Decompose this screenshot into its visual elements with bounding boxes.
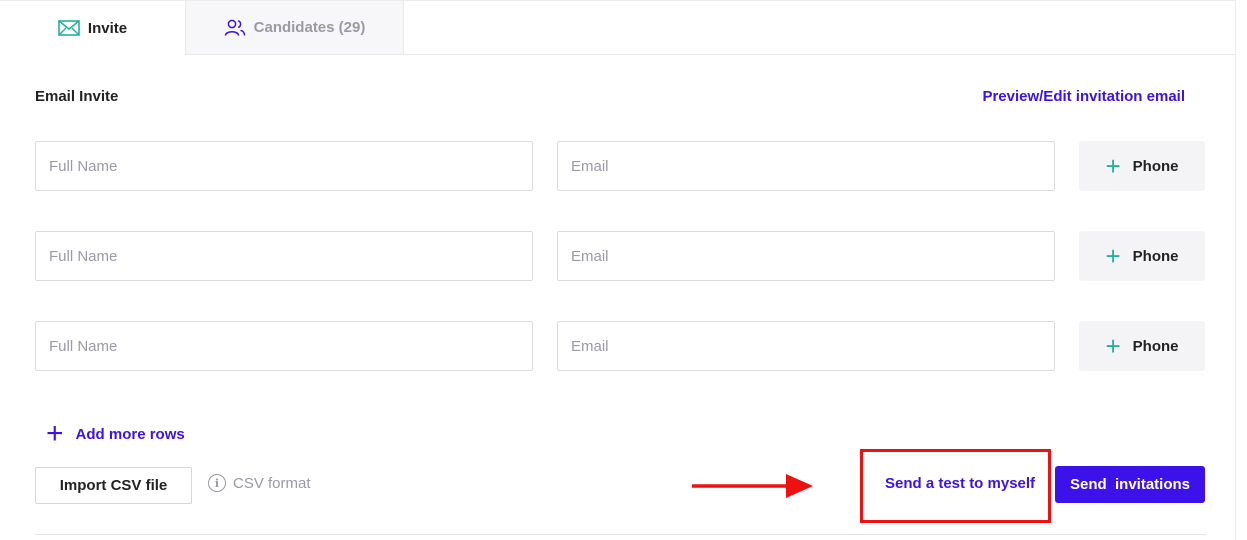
divider [35, 534, 1206, 535]
plus-icon: + [1105, 151, 1121, 181]
phone-label: Phone [1132, 247, 1179, 265]
invite-row: + Phone [35, 231, 1206, 281]
add-phone-button[interactable]: + Phone [1079, 141, 1205, 191]
tab-divider [404, 54, 1236, 55]
add-phone-button[interactable]: + Phone [1079, 321, 1205, 371]
info-icon: i [208, 474, 226, 492]
csv-format-link[interactable]: i CSV format [208, 474, 311, 492]
email-input[interactable] [557, 321, 1055, 371]
tab-candidates-label: Candidates (29) [253, 19, 366, 36]
tab-candidates[interactable]: Candidates (29) [185, 1, 404, 55]
email-input[interactable] [557, 231, 1055, 281]
full-name-input[interactable] [35, 141, 533, 191]
send-invitations-button[interactable]: Send invitations [1055, 466, 1205, 503]
envelope-icon [58, 20, 80, 36]
full-name-input[interactable] [35, 231, 533, 281]
invite-row: + Phone [35, 321, 1206, 371]
tab-invite-label: Invite [87, 19, 128, 37]
email-input[interactable] [557, 141, 1055, 191]
users-icon [224, 19, 246, 37]
add-phone-button[interactable]: + Phone [1079, 231, 1205, 281]
plus-icon: + [1105, 241, 1121, 271]
plus-icon: + [1105, 331, 1121, 361]
invite-panel: Invite Candidates (29) Email Invite Prev… [0, 0, 1236, 540]
section-title: Email Invite [35, 88, 119, 105]
phone-label: Phone [1132, 337, 1179, 355]
plus-icon: + [46, 417, 64, 450]
preview-edit-email-link[interactable]: Preview/Edit invitation email [982, 88, 1185, 105]
invite-row: + Phone [35, 141, 1206, 191]
add-more-rows-button[interactable]: + Add more rows [46, 419, 185, 449]
send-test-to-myself-link[interactable]: Send a test to myself [885, 475, 1035, 492]
tab-invite[interactable]: Invite [0, 1, 185, 55]
phone-label: Phone [1132, 157, 1179, 175]
full-name-input[interactable] [35, 321, 533, 371]
add-more-rows-label: Add more rows [75, 425, 185, 443]
red-arrow-annotation [692, 474, 813, 498]
csv-format-label: CSV format [233, 474, 311, 492]
import-csv-button[interactable]: Import CSV file [35, 467, 192, 504]
tab-bar: Invite Candidates (29) [0, 1, 1236, 55]
